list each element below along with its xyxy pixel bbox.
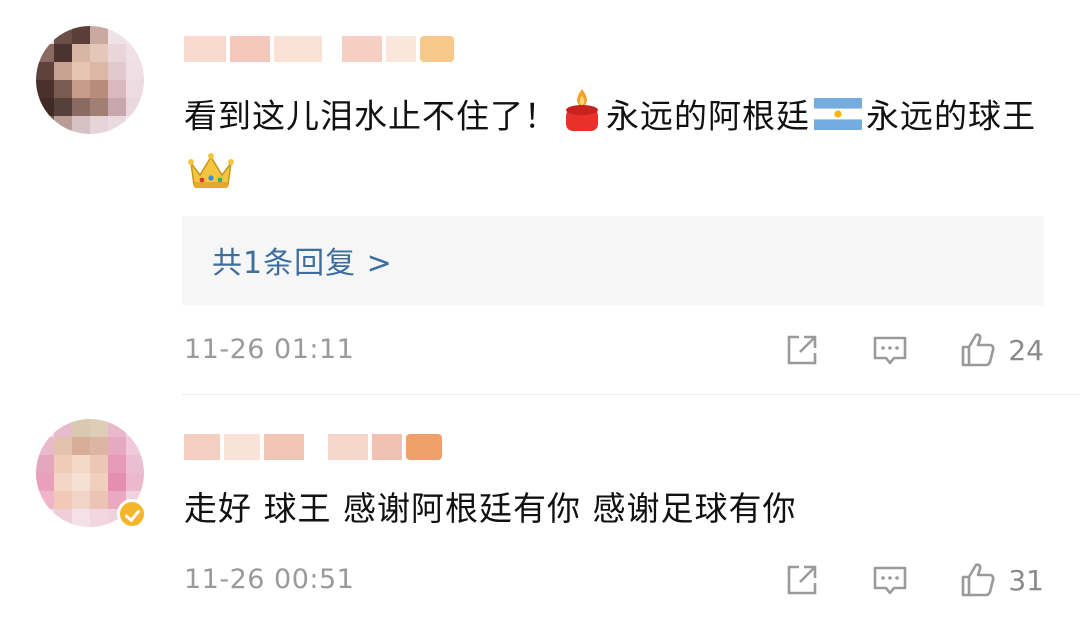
comment-icon[interactable] (870, 560, 910, 600)
share-icon[interactable] (782, 560, 822, 600)
comment-text: 走好 球王 感谢阿根廷有你 感谢足球有你 (184, 489, 797, 528)
comment-actions: 31 (782, 560, 1044, 600)
verified-badge-icon (117, 499, 147, 529)
badge-icon (406, 434, 442, 460)
comment-item: 走好 球王 感谢阿根廷有你 感谢足球有你 11-26 00:51 31 (0, 0, 1080, 625)
comment-time: 11-26 00:51 (184, 564, 355, 595)
like-count: 31 (1008, 563, 1044, 597)
username-pixelated[interactable] (184, 428, 442, 466)
like-icon[interactable] (958, 560, 998, 600)
